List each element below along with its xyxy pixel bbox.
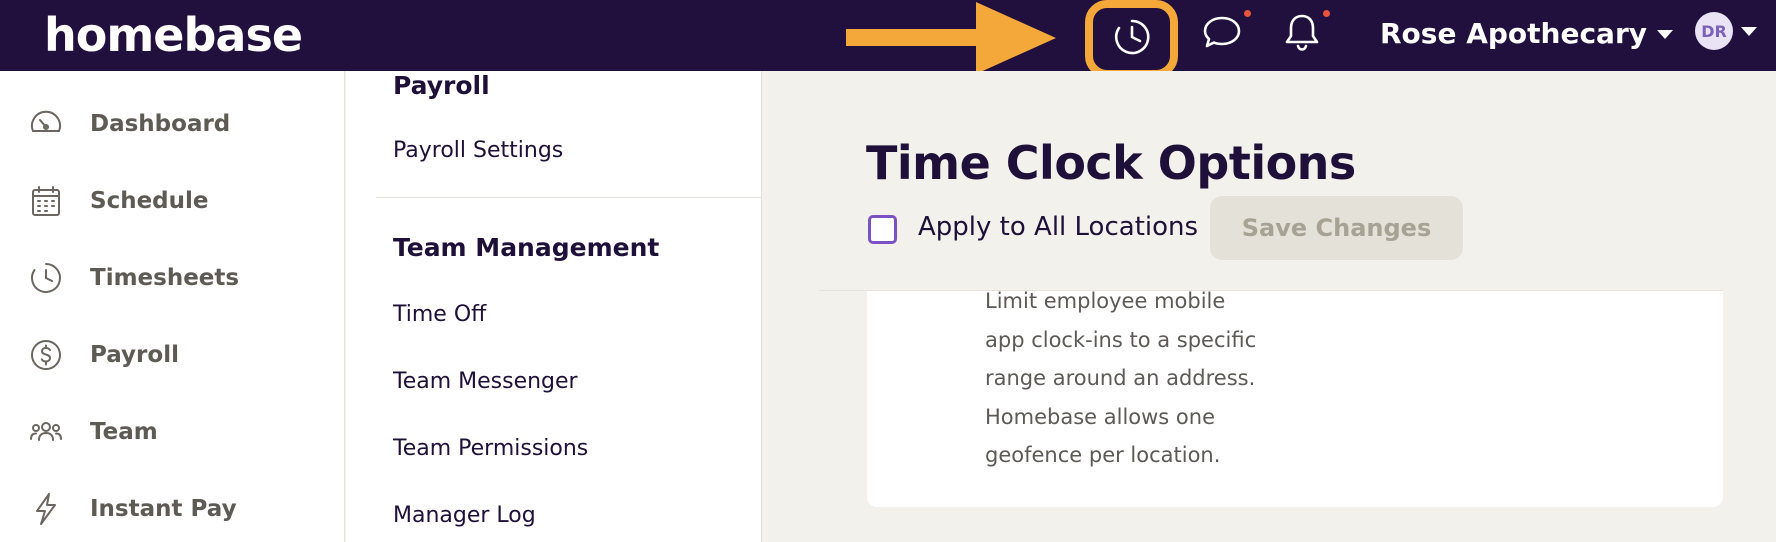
sidebar-nav: Dashboard Schedule Timesheets Payroll Te… (0, 71, 345, 542)
bell-icon (1280, 10, 1324, 58)
sidebar-item-payroll[interactable]: Payroll (28, 333, 179, 377)
sidebar-item-dashboard[interactable]: Dashboard (28, 102, 230, 146)
payroll-settings-link[interactable]: Payroll Settings (393, 138, 563, 163)
messages-unread-dot (1244, 10, 1251, 17)
orange-arrow-annotation (846, 2, 1056, 74)
sidebar-item-timesheets[interactable]: Timesheets (28, 256, 239, 300)
team-permissions-link[interactable]: Team Permissions (393, 436, 588, 461)
team-messenger-link[interactable]: Team Messenger (393, 369, 578, 394)
settings-menu: Payroll Payroll Settings Team Management… (346, 71, 762, 542)
timeclock-icon (1112, 17, 1152, 61)
header-divider (819, 290, 1723, 291)
dollar-icon (28, 337, 64, 373)
manager-log-link[interactable]: Manager Log (393, 503, 536, 528)
clock-icon (28, 260, 64, 296)
notifications-button[interactable] (1278, 10, 1326, 58)
avatar: DR (1695, 12, 1733, 50)
page-title: Time Clock Options (866, 136, 1356, 190)
geofence-description: Limit employee mobile app clock-ins to a… (985, 289, 1257, 467)
homebase-logo[interactable]: homebase (44, 4, 303, 66)
chevron-down-icon (1741, 26, 1757, 36)
apply-all-locations-label[interactable]: Apply to All Locations (918, 212, 1198, 242)
timeclock-button[interactable] (1085, 0, 1178, 78)
notifications-unread-dot (1323, 10, 1330, 17)
messages-button[interactable] (1198, 10, 1246, 58)
payroll-section-heading: Payroll (393, 71, 490, 100)
location-name: Rose Apothecary (1380, 17, 1648, 50)
gauge-icon (28, 106, 64, 142)
save-changes-button[interactable]: Save Changes (1210, 196, 1463, 260)
time-off-link[interactable]: Time Off (393, 302, 486, 327)
section-divider (376, 197, 762, 198)
chat-icon (1200, 10, 1244, 58)
calendar-icon (28, 183, 64, 219)
user-menu[interactable]: DR (1695, 12, 1757, 50)
sidebar-item-team[interactable]: Team (28, 410, 158, 454)
sidebar-item-schedule[interactable]: Schedule (28, 179, 209, 223)
bolt-icon (28, 491, 64, 527)
team-icon (28, 414, 64, 450)
top-bar: homebase Rose Apothecary DR (0, 0, 1776, 78)
location-switcher[interactable]: Rose Apothecary (1380, 14, 1674, 54)
sidebar-item-instant-pay[interactable]: Instant Pay (28, 487, 237, 531)
chevron-down-icon (1657, 29, 1674, 39)
team-management-section-heading: Team Management (393, 233, 660, 262)
apply-all-locations-checkbox[interactable] (868, 215, 897, 244)
